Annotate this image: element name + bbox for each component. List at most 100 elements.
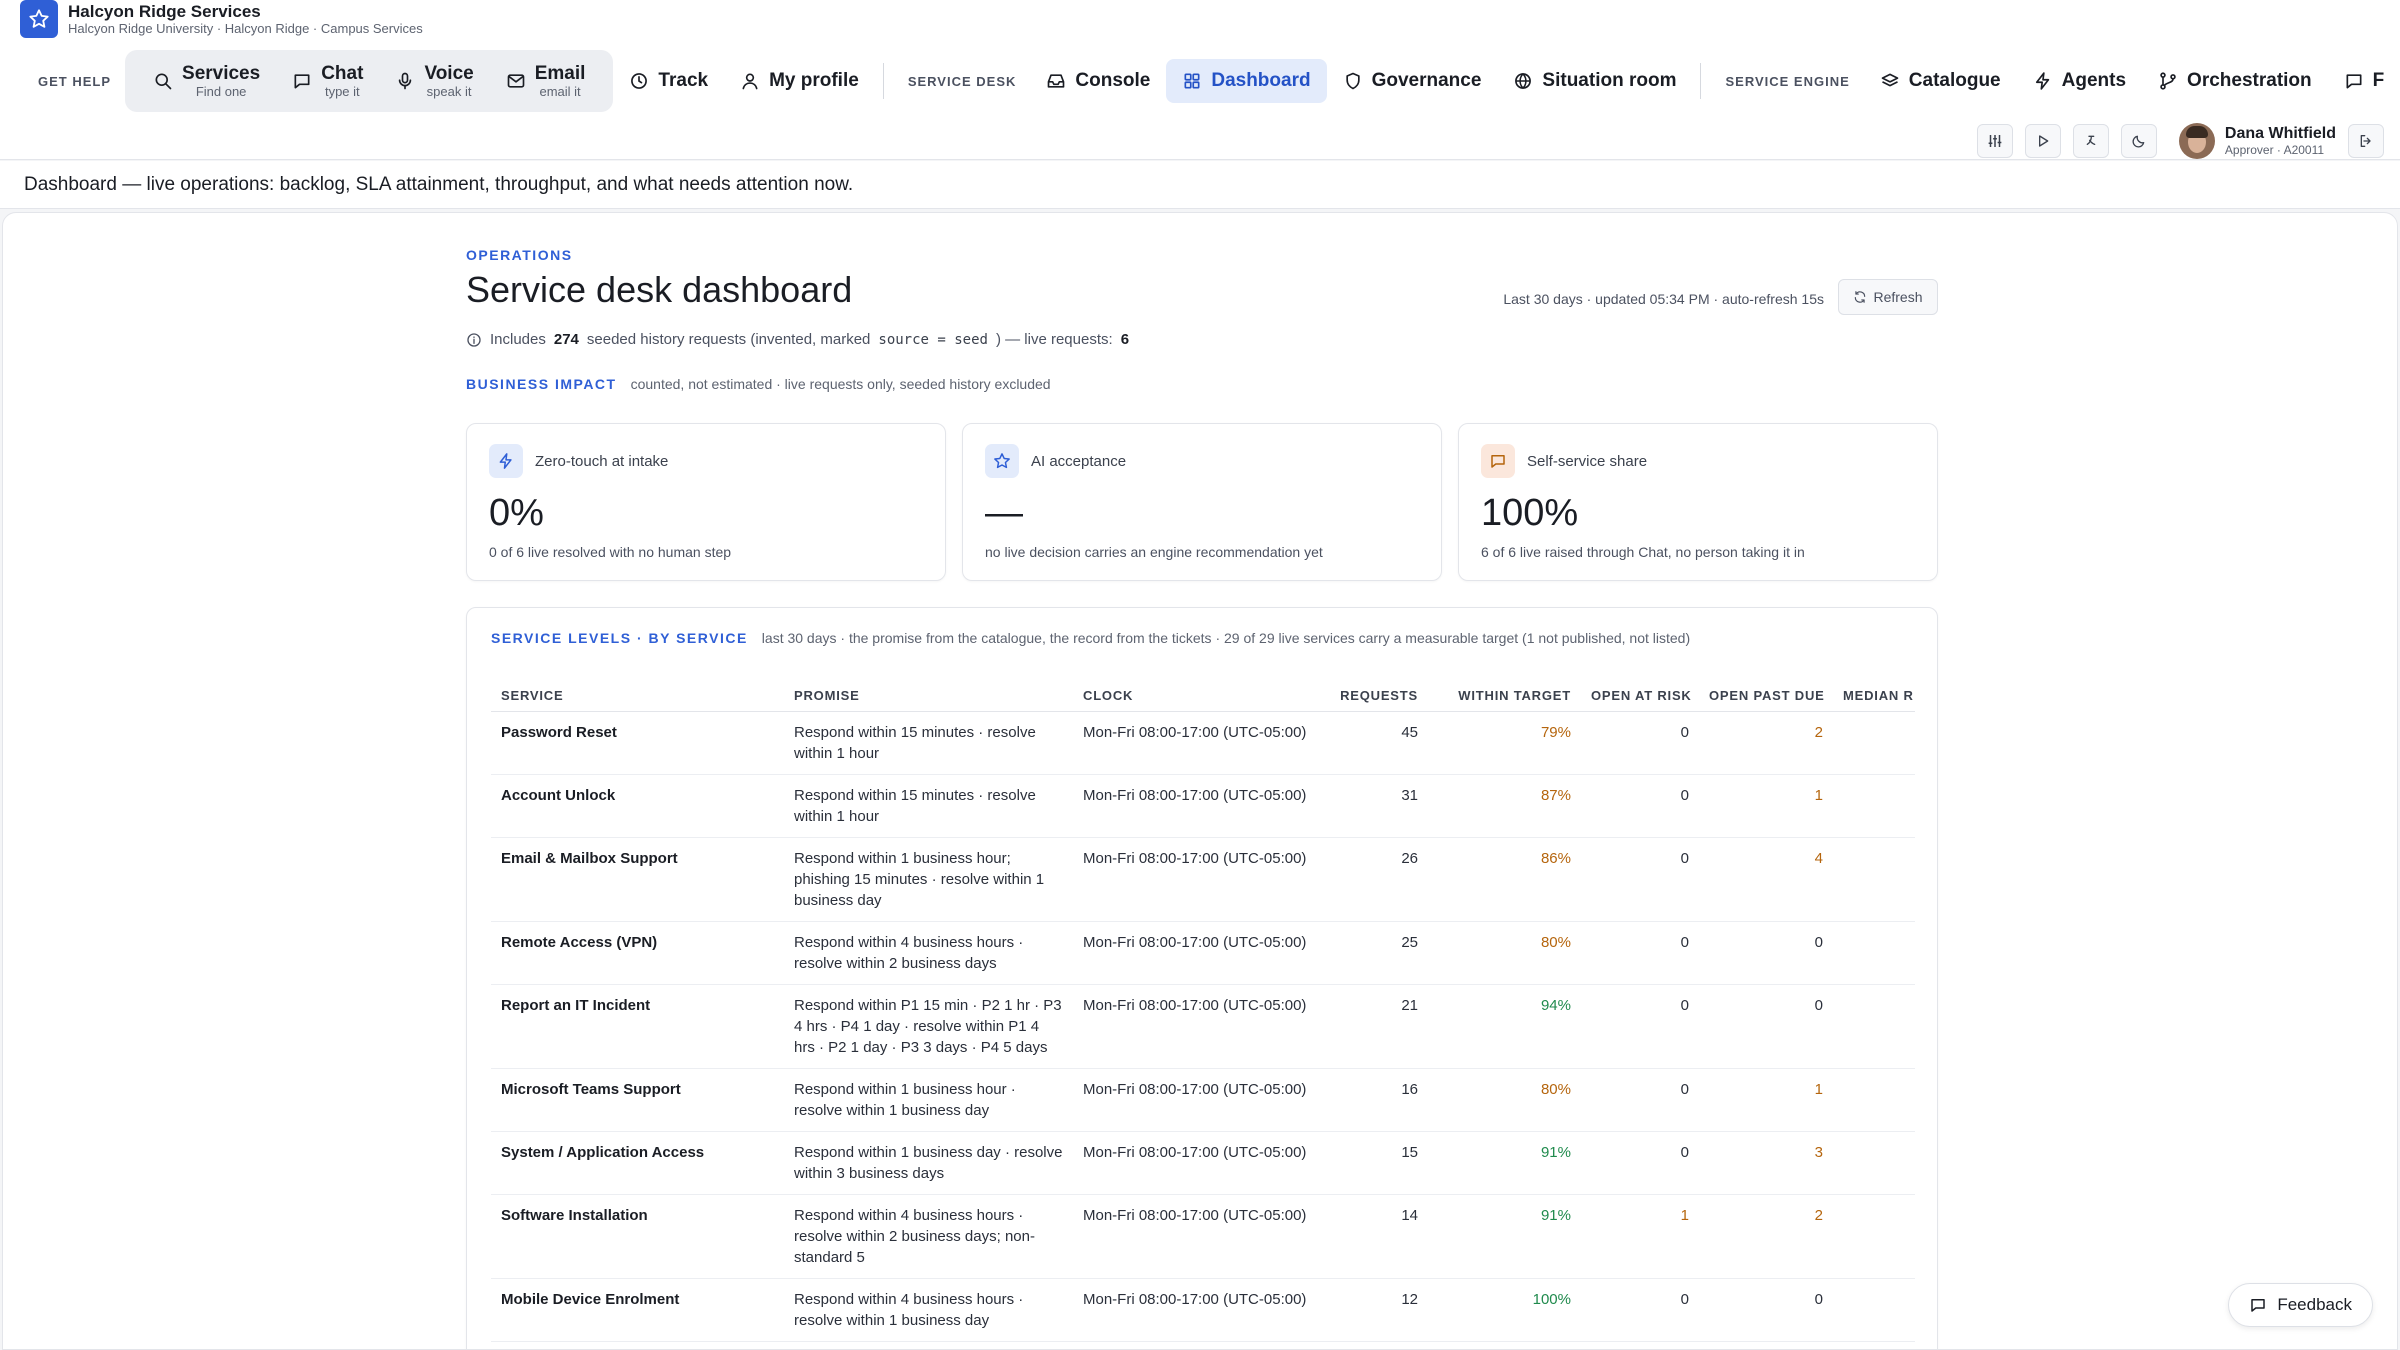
nav-agents[interactable]: Agents [2017,59,2142,103]
shield-icon [1345,72,1360,90]
seed-info-line: Includes 274 seeded history requests (in… [466,331,1129,348]
nav-dashboard[interactable]: Dashboard [1166,59,1327,103]
clock-cell: Mon-Fri 08:00-17:00 (UTC-05:00) [1073,1131,1330,1195]
source-seed-code: source = seed [878,331,988,348]
service-levels-header: SERVICE LEVELS · BY SERVICE last 30 days… [491,630,1690,646]
kpi-label: Self-service share [1527,452,1648,470]
column-header[interactable]: CLOCK [1073,678,1330,712]
median-cell [1833,921,1915,985]
feedback-button[interactable]: Feedback [2228,1283,2373,1327]
column-header[interactable]: SERVICE [491,678,784,712]
nav-voice[interactable]: Voice speak it [379,59,489,103]
nav-chat-label: Chat [321,63,364,84]
nav-chat-sub: type it [324,84,360,99]
table-row[interactable]: Password Reset Respond within 15 minutes … [491,711,1915,775]
nav-console[interactable]: Console [1030,59,1166,103]
info-icon [467,332,481,347]
settings-sliders-button[interactable] [1976,124,2013,158]
requests-cell: 21 [1330,984,1428,1069]
promise-cell: Respond within 4 business hours · resolv… [784,921,1073,985]
open-past-due-cell: 4 [1699,837,1833,922]
promise-cell: Respond within 4 business hours · resolv… [784,1278,1073,1342]
open-at-risk-cell: 0 [1581,837,1699,922]
main-nav: GET HELP Services Find one Chat type it Vo… [22,48,2400,114]
promise-cell: Respond within 4 business hours · resolv… [784,1194,1073,1279]
nav-agents-label: Agents [2061,70,2127,91]
nav-track[interactable]: Track [613,59,724,103]
globe-icon [1515,72,1532,90]
dark-mode-button[interactable] [2120,124,2157,158]
requests-cell: 45 [1330,711,1428,775]
nav-services[interactable]: Services Find one [137,59,276,103]
open-past-due-cell: 2 [1699,711,1833,775]
nav-services-sub: Find one [195,84,247,99]
column-header[interactable]: WITHIN TARGET [1428,678,1581,712]
promise-cell: Respond within P1 15 min · P2 1 hr · P3 … [784,984,1073,1069]
open-past-due-cell: 2 [1699,1194,1833,1279]
service-name-cell: System / Application Access [491,1131,784,1195]
seeded-count: 274 [553,331,579,348]
nav-governance[interactable]: Governance [1327,59,1498,103]
column-header[interactable]: REQUESTS [1330,678,1428,712]
open-past-due-cell: 0 [1699,921,1833,985]
nav-catalogue[interactable]: Catalogue [1864,59,2017,103]
nav-email[interactable]: Email email it [490,59,602,103]
nav-chat[interactable]: Chat type it [276,59,379,103]
nav-orchestration[interactable]: Orchestration [2142,59,2328,103]
within-target-cell: 87% [1428,774,1581,838]
nav-my-profile[interactable]: My profile [724,59,875,103]
table-row[interactable]: System / Application Access Respond withi… [491,1131,1915,1195]
get-help-label: GET HELP [38,73,112,89]
column-header[interactable]: MEDIAN R [1833,678,1915,712]
requests-cell: 14 [1330,1194,1428,1279]
user-name: Dana Whitfield [2224,125,2336,142]
kpi-note: 6 of 6 live raised through Chat, no pers… [1481,544,1805,560]
top-header: Halcyon Ridge Services Halcyon Ridge Uni… [0,0,2400,160]
table-row[interactable]: Microsoft Teams Support Respond within 1 … [491,1068,1915,1132]
clock-cell: Mon-Fri 08:00-17:00 (UTC-05:00) [1073,1068,1330,1132]
clock-cell: Mon-Fri 08:00-17:00 (UTC-05:00) [1073,774,1330,838]
play-button[interactable] [2024,124,2061,158]
language-icon [2086,135,2096,145]
chat-icon [294,74,310,89]
clock-cell: Mon-Fri 08:00-17:00 (UTC-05:00) [1073,837,1330,922]
service-engine-label: SERVICE ENGINE [1725,73,1850,89]
layers-icon [1881,73,1899,87]
table-row[interactable]: Software Installation Respond within 4 bu… [491,1194,1915,1279]
moon-icon [2132,135,2145,148]
business-impact-note: counted, not estimated · live requests o… [630,376,1051,392]
nav-email-label: Email [534,63,586,84]
service-levels-note: last 30 days · the promise from the cata… [761,630,1691,646]
nav-situation-room[interactable]: Situation room [1497,59,1692,103]
get-help-group: Services Find one Chat type it Voice speak … [125,50,614,112]
main-content: OPERATIONS Service desk dashboard Last 3… [2,212,2398,1350]
language-button[interactable] [2072,124,2109,158]
table-row[interactable]: Report an IT Incident Respond within P1 1… [491,984,1915,1069]
sign-out-button[interactable] [2348,124,2384,158]
requests-cell: 15 [1330,1131,1428,1195]
nav-overflow-item[interactable]: F [2328,59,2400,103]
search-icon [155,73,172,90]
user-menu[interactable]: Dana Whitfield Approver · A20011 [2178,123,2336,159]
column-header[interactable]: PROMISE [784,678,1073,712]
service-levels-table-scroll[interactable]: SERVICE PROMISE CLOCK REQUESTS WITHIN TA… [491,678,1915,1342]
refresh-icon [1855,291,1866,303]
table-row[interactable]: Account Unlock Respond within 15 minutes … [491,774,1915,838]
column-header[interactable]: OPEN PAST DUE [1699,678,1833,712]
open-past-due-cell: 3 [1699,1131,1833,1195]
table-row[interactable]: Remote Access (VPN) Respond within 4 busi… [491,921,1915,985]
clock-cell: Mon-Fri 08:00-17:00 (UTC-05:00) [1073,984,1330,1069]
promise-cell: Respond within 15 minutes · resolve with… [784,774,1073,838]
open-past-due-cell: 0 [1699,1278,1833,1342]
service-desk-label: SERVICE DESK [907,73,1017,89]
service-name-cell: Account Unlock [491,774,784,838]
sliders-icon [1988,135,2002,147]
microphone-icon [399,72,412,90]
table-row[interactable]: Email & Mailbox Support Respond within 1 … [491,837,1915,922]
table-row[interactable]: Mobile Device Enrolment Respond within 4 … [491,1278,1915,1342]
nav-my-profile-label: My profile [769,70,859,91]
brand[interactable]: Halcyon Ridge Services Halcyon Ridge Uni… [20,0,423,38]
column-header[interactable]: OPEN AT RISK [1581,678,1699,712]
page-description-banner: Dashboard — live operations: backlog, SL… [0,161,2400,209]
refresh-button[interactable]: Refresh [1838,279,1938,315]
